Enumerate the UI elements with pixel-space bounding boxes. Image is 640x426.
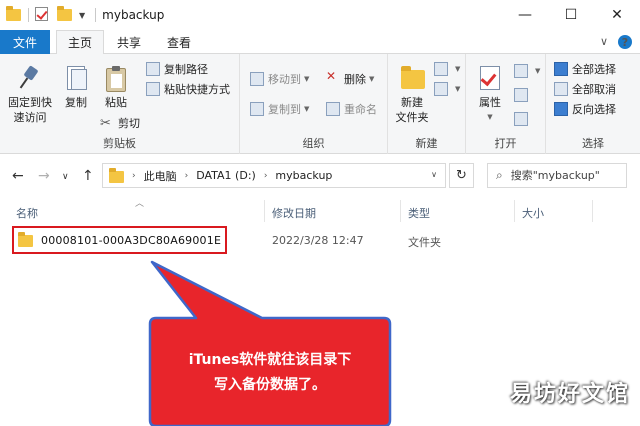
- callout-shape: [148, 260, 392, 426]
- watermark: 易坊好文馆: [509, 381, 630, 407]
- annotation-text: iTunes软件就往该目录下 写入备份数据了。: [188, 352, 352, 393]
